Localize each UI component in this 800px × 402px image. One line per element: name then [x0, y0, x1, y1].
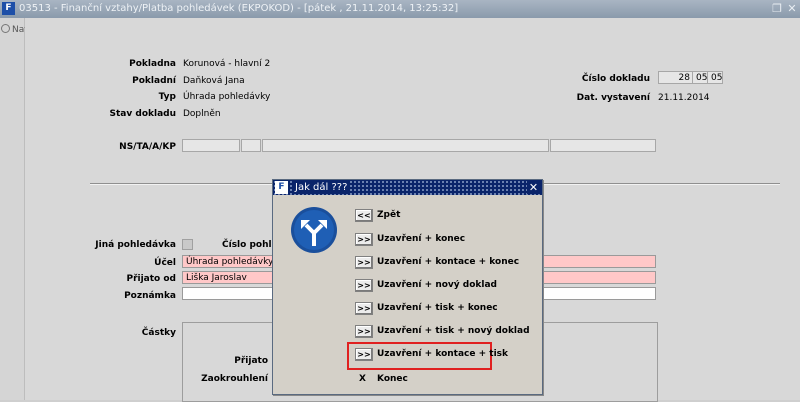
uzavreni-konec-button[interactable]: >> — [355, 233, 373, 246]
uzavreni-kontace-konec-label: Uzavření + kontace + konec — [377, 257, 520, 267]
dat-vystaveni-value: 21.11.2014 — [658, 93, 710, 103]
cislo-dokladu-label: Číslo dokladu — [581, 74, 650, 84]
cislo-dokladu-part-1[interactable]: 28 — [658, 71, 693, 84]
cislo-dokladu-part-3[interactable]: 05 — [707, 71, 723, 84]
restore-icon[interactable]: ❐ — [770, 2, 784, 15]
uzavreni-tisk-konec-label: Uzavření + tisk + konec — [377, 303, 498, 313]
uzavreni-novy-doklad-label: Uzavření + nový doklad — [377, 280, 497, 290]
uzavreni-konec-label: Uzavření + konec — [377, 234, 466, 244]
dialog-app-icon: F — [275, 181, 288, 194]
typ-value: Úhrada pohledávky — [183, 92, 271, 102]
dialog-titlebar: F Jak dál ??? ✕ — [273, 180, 542, 195]
ns-ta-label: NS/TA/A/KP — [119, 142, 176, 152]
jina-pohledavka-checkbox[interactable] — [182, 239, 193, 250]
pokladna-value: Korunová - hlavní 2 — [183, 59, 271, 69]
pokladna-label: Pokladna — [129, 59, 176, 69]
zaokrouhleni-label: Zaokrouhlení — [201, 374, 268, 384]
poznamka-label: Poznámka — [124, 291, 176, 301]
uzavreni-novy-doklad-button[interactable]: >> — [355, 279, 373, 292]
uzavreni-kontace-tisk-button[interactable]: >> — [355, 348, 373, 361]
stav-label: Stav dokladu — [109, 109, 176, 119]
ta-field[interactable] — [241, 139, 261, 152]
typ-label: Typ — [158, 92, 176, 102]
side-panel — [0, 18, 25, 400]
uzavreni-tisk-novy-doklad-button[interactable]: >> — [355, 325, 373, 338]
konec-label: Konec — [377, 374, 408, 384]
konec-button[interactable]: X — [359, 373, 366, 386]
ucel-label: Účel — [154, 258, 176, 268]
uzavreni-kontace-tisk-label: Uzavření + kontace + tisk — [377, 349, 509, 359]
uzavreni-tisk-novy-doklad-label: Uzavření + tisk + nový doklad — [377, 326, 530, 336]
jak-dal-dialog: F Jak dál ??? ✕ << Zpět >> Uzavření + ko… — [272, 179, 543, 395]
a-field[interactable] — [262, 139, 549, 152]
pokladni-value: Daňková Jana — [183, 76, 245, 86]
zpet-label: Zpět — [377, 210, 401, 220]
castky-label: Částky — [141, 328, 176, 338]
window-titlebar: F 03513 - Finanční vztahy/Platba pohledá… — [0, 0, 800, 18]
prijato-label: Přijato — [234, 356, 268, 366]
dialog-title: Jak dál ??? — [292, 181, 351, 194]
nav-icon — [1, 24, 10, 33]
uzavreni-kontace-konec-button[interactable]: >> — [355, 256, 373, 269]
dialog-close-icon[interactable]: ✕ — [527, 181, 540, 194]
uzavreni-tisk-konec-button[interactable]: >> — [355, 302, 373, 315]
ns-field[interactable] — [182, 139, 240, 152]
zpet-button[interactable]: << — [355, 209, 373, 222]
stav-value: Doplněn — [183, 109, 221, 119]
app-logo-icon: F — [2, 2, 15, 15]
close-icon[interactable]: ✕ — [785, 2, 799, 15]
cislo-dokladu-part-2[interactable]: 05 — [692, 71, 708, 84]
kp-field[interactable] — [550, 139, 656, 152]
prijato-od-label: Přijato od — [126, 274, 176, 284]
pokladni-label: Pokladní — [132, 76, 176, 86]
dat-vystaveni-label: Dat. vystavení — [576, 93, 650, 103]
fork-arrows-icon — [291, 207, 337, 253]
window-title: 03513 - Finanční vztahy/Platba pohledáve… — [19, 3, 459, 14]
jina-pohledavka-label: Jiná pohledávka — [95, 240, 176, 250]
